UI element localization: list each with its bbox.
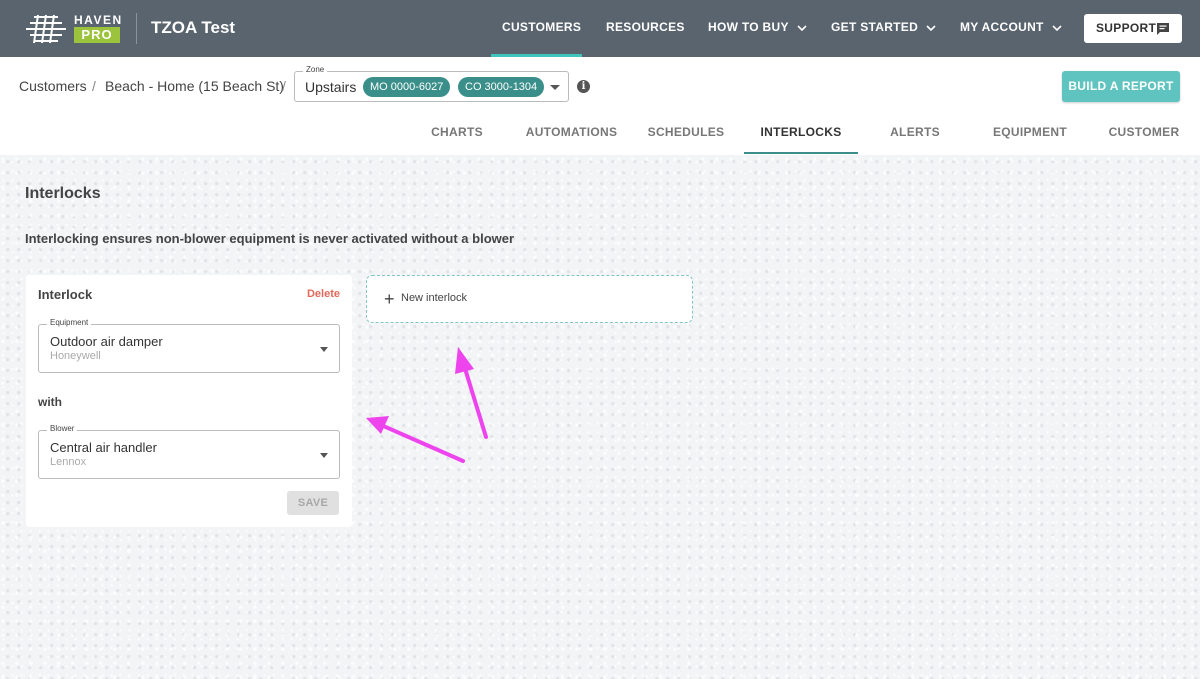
zone-select[interactable]: Zone Upstairs MO 0000-6027 CO 3000-1304 — [294, 65, 569, 102]
top-navigation-bar: HAVEN PRO TZOA Test CUSTOMERS RESOURCES … — [0, 0, 1200, 57]
interlock-card-title: Interlock — [38, 287, 93, 302]
controller-chip: CO 3000-1304 — [458, 77, 545, 97]
support-button[interactable]: SUPPORT — [1084, 14, 1182, 43]
nav-customers[interactable]: CUSTOMERS — [502, 0, 581, 57]
nav-how-to-buy[interactable]: HOW TO BUY — [708, 0, 807, 57]
nav-get-started[interactable]: GET STARTED — [831, 0, 936, 57]
header-divider — [136, 13, 137, 44]
blower-brand: Lennox — [50, 456, 87, 468]
interlock-card: Interlock Delete Equipment Outdoor air d… — [26, 275, 352, 527]
haven-logo-icon — [26, 14, 66, 44]
nav-get-started-label: GET STARTED — [831, 20, 919, 34]
page-title: Interlocks — [25, 185, 101, 202]
build-report-button[interactable]: BUILD A REPORT — [1062, 71, 1180, 102]
info-icon[interactable]: i — [577, 80, 590, 93]
equipment-brand: Honeywell — [50, 350, 101, 362]
tab-alerts[interactable]: ALERTS — [880, 125, 950, 154]
breadcrumb-site[interactable]: Beach - Home (15 Beach St) — [105, 78, 284, 94]
tab-automations[interactable]: AUTOMATIONS — [520, 125, 623, 154]
logo-wordmark: HAVEN — [74, 13, 123, 27]
nav-active-indicator — [491, 54, 582, 57]
tab-equipment[interactable]: EQUIPMENT — [985, 125, 1075, 154]
new-interlock-label: New interlock — [401, 292, 468, 304]
logo-pro-badge: PRO — [74, 27, 120, 43]
breadcrumb-customers[interactable]: Customers — [19, 78, 87, 94]
blower-select[interactable]: Blower Central air handler Lennox — [38, 424, 340, 479]
chat-icon — [1157, 23, 1169, 35]
delete-interlock-button[interactable]: Delete — [307, 288, 340, 300]
tab-customer[interactable]: CUSTOMER — [1104, 125, 1184, 154]
tab-interlocks[interactable]: INTERLOCKS — [744, 125, 858, 154]
support-button-label: SUPPORT — [1096, 21, 1157, 35]
zone-select-value: Upstairs — [305, 79, 357, 95]
nav-my-account-label: MY ACCOUNT — [960, 20, 1044, 34]
chevron-down-icon — [1052, 25, 1062, 31]
site-name: TZOA Test — [151, 18, 236, 37]
nav-resources[interactable]: RESOURCES — [606, 0, 685, 57]
tab-charts[interactable]: CHARTS — [420, 125, 494, 154]
page-description: Interlocking ensures non-blower equipmen… — [25, 231, 515, 246]
tab-schedules[interactable]: SCHEDULES — [640, 125, 732, 154]
dropdown-caret-icon — [550, 85, 560, 90]
dropdown-caret-icon — [320, 453, 328, 458]
zone-select-label: Zone — [303, 65, 328, 74]
chevron-down-icon — [797, 25, 807, 31]
plus-icon: + — [384, 289, 395, 309]
new-interlock-button[interactable]: + New interlock — [366, 275, 693, 323]
equipment-select-value: Outdoor air damper — [50, 334, 163, 349]
nav-my-account[interactable]: MY ACCOUNT — [960, 0, 1062, 57]
chevron-down-icon — [926, 25, 936, 31]
tab-active-indicator — [744, 152, 858, 154]
nav-how-to-buy-label: HOW TO BUY — [708, 20, 789, 34]
dropdown-caret-icon — [320, 347, 328, 352]
save-button[interactable]: SAVE — [287, 491, 339, 515]
haven-pro-logo[interactable]: HAVEN PRO — [24, 12, 123, 44]
equipment-select[interactable]: Equipment Outdoor air damper Honeywell — [38, 318, 340, 373]
equipment-select-label: Equipment — [47, 318, 92, 327]
with-label: with — [38, 395, 62, 409]
blower-select-value: Central air handler — [50, 440, 157, 455]
nav-customers-label: CUSTOMERS — [502, 20, 582, 34]
nav-resources-label: RESOURCES — [606, 20, 685, 34]
monitor-chip: MO 0000-6027 — [363, 77, 451, 97]
blower-select-label: Blower — [47, 424, 78, 433]
breadcrumb-separator: / — [92, 78, 96, 94]
breadcrumb-separator: / — [282, 78, 286, 94]
